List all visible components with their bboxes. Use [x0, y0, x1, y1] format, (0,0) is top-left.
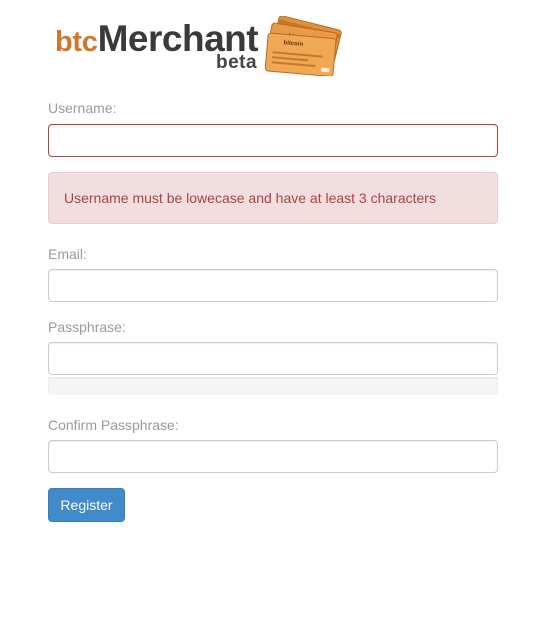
passphrase-input[interactable]	[48, 342, 498, 375]
register-page: btcMerchant beta bitcoin bitcoin bitcoin	[0, 0, 552, 629]
btcmerchant-logo: btcMerchant beta bitcoin bitcoin bitcoin	[55, 16, 355, 78]
logo-prefix: btc	[55, 26, 98, 58]
email-input[interactable]	[48, 269, 498, 302]
register-button[interactable]: Register	[48, 488, 125, 522]
passphrase-strength-bar	[48, 377, 498, 395]
confirm-passphrase-label: Confirm Passphrase:	[48, 417, 179, 433]
username-label: Username:	[48, 100, 117, 116]
logo-beta-tag: beta	[216, 52, 258, 73]
username-error-alert: Username must be lowecase and have at le…	[48, 172, 498, 224]
email-label: Email:	[48, 246, 87, 262]
username-input[interactable]	[48, 124, 498, 157]
passphrase-label: Passphrase:	[48, 319, 126, 335]
bitcoin-cards-icon: bitcoin bitcoin bitcoin	[264, 16, 342, 76]
confirm-passphrase-input[interactable]	[48, 440, 498, 473]
